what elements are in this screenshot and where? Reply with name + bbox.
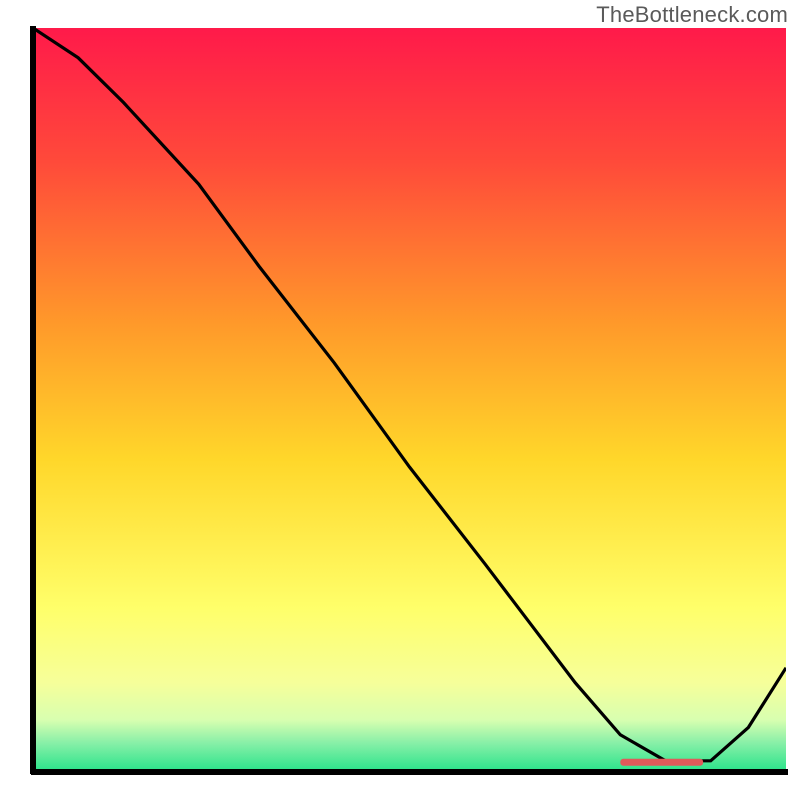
bottleneck-chart xyxy=(0,0,800,800)
optimal-zone xyxy=(620,759,703,766)
plot-background xyxy=(33,28,786,772)
